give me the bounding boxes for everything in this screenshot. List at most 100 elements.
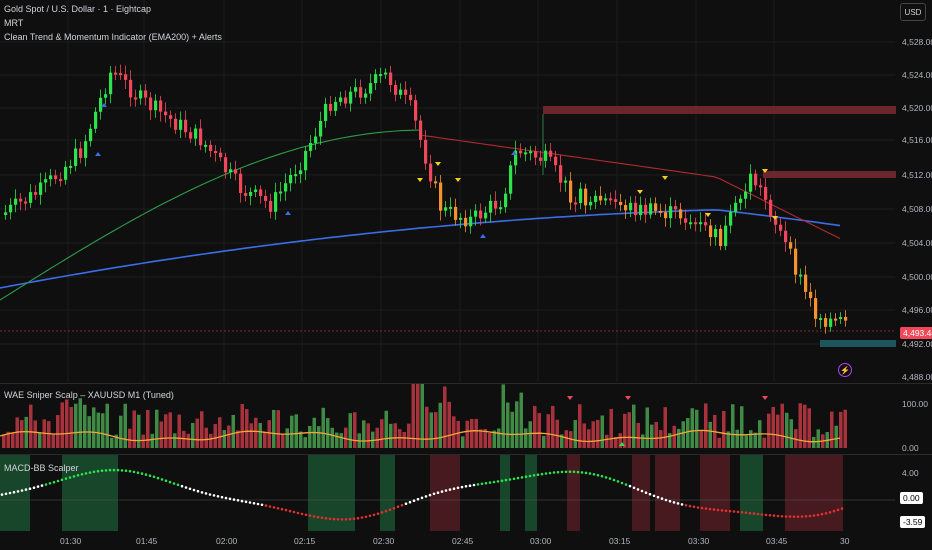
macd-dot <box>364 515 368 519</box>
macd-dot <box>164 479 168 482</box>
candle <box>799 274 803 277</box>
candle <box>504 193 508 208</box>
wae-bar <box>623 413 627 448</box>
macd-dot <box>404 502 408 505</box>
macd-dot <box>60 478 64 482</box>
candle <box>649 203 653 215</box>
macd-dot <box>740 511 744 514</box>
macd-dot <box>512 477 516 481</box>
candle <box>744 191 748 199</box>
wae-bar <box>564 430 568 448</box>
macd-dot <box>476 483 480 486</box>
candle <box>224 157 228 173</box>
macd-dot <box>20 489 24 492</box>
candle <box>624 205 628 211</box>
macd-dot <box>560 470 564 474</box>
wae-bar <box>366 423 370 448</box>
wae-bar <box>677 428 681 448</box>
macd-dot <box>712 508 716 511</box>
macd-dot <box>604 476 608 479</box>
macd-dot <box>452 487 456 490</box>
wae-bar <box>708 421 712 448</box>
main-chart-canvas[interactable] <box>0 0 932 382</box>
candle <box>469 216 473 227</box>
candle <box>834 318 838 321</box>
wae-bar <box>258 422 262 448</box>
macd-zone <box>567 455 580 531</box>
wae-bar <box>812 436 816 448</box>
price-label: 4,496.00 <box>902 305 932 315</box>
macd-dot <box>88 471 92 474</box>
wae-bar <box>33 420 37 448</box>
wae-bar <box>83 404 87 448</box>
macd-dot <box>524 475 528 478</box>
wae-label-100: 100.00 <box>902 399 928 409</box>
macd-dot <box>156 476 160 480</box>
currency-button[interactable]: USD <box>900 3 926 21</box>
candle <box>629 202 633 211</box>
candle <box>779 224 783 231</box>
macd-pane[interactable] <box>0 454 932 531</box>
wae-bar <box>222 430 226 448</box>
wae-bar <box>681 421 685 448</box>
macd-dot <box>8 491 12 495</box>
candle <box>339 97 343 102</box>
wae-bar <box>159 421 163 448</box>
macd-dot <box>768 514 772 517</box>
macd-dot <box>468 484 472 487</box>
macd-dot <box>788 515 792 518</box>
wae-bar <box>533 405 537 448</box>
wae-bar <box>461 436 465 448</box>
candle <box>29 192 33 203</box>
macd-zone <box>632 455 650 531</box>
candle <box>319 120 323 137</box>
wae-bar <box>60 402 64 448</box>
wae-bar <box>645 407 649 448</box>
macd-dot <box>336 518 340 521</box>
macd-dot <box>500 479 504 483</box>
candle <box>584 188 588 206</box>
lightning-icon[interactable]: ⚡ <box>838 363 852 377</box>
candle <box>784 230 788 243</box>
wae-sell-marker <box>762 396 768 400</box>
macd-dot <box>180 484 184 488</box>
wae-bar <box>470 418 474 448</box>
time-label: 02:15 <box>294 536 316 546</box>
wae-bar <box>438 402 442 448</box>
wae-bar <box>488 433 492 448</box>
candle <box>144 90 148 98</box>
wae-bar <box>137 414 141 448</box>
macd-dot <box>728 509 732 513</box>
macd-dot <box>644 491 648 494</box>
macd-dot <box>412 499 416 502</box>
macd-dot <box>324 517 328 520</box>
wae-bar <box>384 410 388 448</box>
macd-dot <box>780 515 784 518</box>
macd-dot <box>344 518 348 521</box>
main-chart-pane[interactable] <box>0 0 932 382</box>
macd-dot <box>252 502 256 505</box>
wae-bar <box>308 425 312 448</box>
wae-bar <box>398 429 402 448</box>
candle <box>274 192 278 212</box>
macd-dot <box>772 514 776 517</box>
buy-signal-triangle <box>285 211 291 215</box>
macd-dot <box>548 471 552 475</box>
macd-zone <box>785 455 843 531</box>
macd-dot <box>120 469 124 472</box>
wae-bar <box>249 423 253 448</box>
macd-dot <box>660 497 664 500</box>
macd-dot <box>264 504 268 507</box>
price-label: 4,492.00 <box>902 339 932 349</box>
macd-dot <box>16 490 20 493</box>
candle <box>294 174 298 177</box>
wae-bar <box>429 412 433 448</box>
candle <box>534 151 538 158</box>
macd-dot <box>700 506 704 510</box>
wae-bar <box>186 433 190 448</box>
candle <box>739 198 743 203</box>
wae-title: WAE Sniper Scalp – XAUUSD M1 (Tuned) <box>4 390 174 400</box>
time-label: 02:00 <box>216 536 238 546</box>
wae-bar <box>704 403 708 448</box>
macd-dot <box>176 483 180 487</box>
